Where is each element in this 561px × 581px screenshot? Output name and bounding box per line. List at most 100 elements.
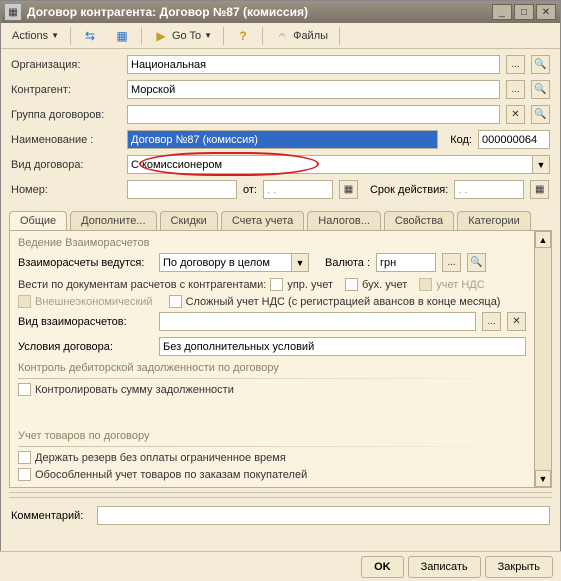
scroll-track[interactable] — [535, 248, 551, 470]
chevron-down-icon: ▼ — [51, 31, 59, 40]
tab-properties[interactable]: Свойства — [384, 211, 454, 230]
ok-button[interactable]: OK — [361, 556, 404, 578]
goto-menu[interactable]: ▶ Go To ▼ — [146, 26, 219, 46]
code-field[interactable]: 000000064 — [478, 130, 550, 149]
contract-type-dropdown[interactable]: С комиссионером ▼ — [127, 155, 550, 174]
checkbox-separate[interactable] — [18, 468, 31, 481]
help-icon: ? — [235, 28, 251, 44]
separator — [339, 27, 340, 45]
organization-label: Организация: — [11, 59, 121, 71]
section-mutual: ведение взаиморасчетов — [18, 237, 526, 249]
currency-field[interactable]: грн — [376, 253, 436, 272]
checkbox-control-debt[interactable] — [18, 383, 31, 396]
control-debt-label: Контролировать сумму задолженности — [35, 384, 234, 396]
checkbox-reserve[interactable] — [18, 451, 31, 464]
goto-label: Go To — [172, 30, 201, 42]
scroll-up-button[interactable]: ▲ — [535, 231, 551, 248]
footer: OK Записать Закрыть — [0, 551, 561, 581]
counterparty-lookup[interactable]: 🔍 — [531, 80, 550, 99]
validity-label: Срок действия: — [370, 184, 448, 196]
checkbox-upr[interactable] — [270, 278, 283, 291]
save-label: Записать — [421, 561, 468, 573]
paperclip-icon: 𝄐 — [274, 28, 290, 44]
kind-field[interactable] — [159, 312, 476, 331]
counterparty-field[interactable]: Морской — [127, 80, 500, 99]
chevron-down-icon: ▼ — [204, 31, 212, 40]
files-label: Файлы — [293, 30, 328, 42]
counterparty-value: Морской — [131, 84, 175, 96]
section-goods: Учет товаров по договору — [18, 430, 526, 442]
checkbox-foreign — [18, 295, 31, 308]
save-button[interactable]: Записать — [408, 556, 481, 578]
files-button[interactable]: 𝄐 Файлы — [267, 26, 335, 46]
kind-label: Вид взаиморасчетов: — [18, 316, 153, 328]
magnifier-icon: 🔍 — [534, 84, 546, 95]
number-field[interactable] — [127, 180, 237, 199]
group-lookup[interactable]: 🔍 — [531, 105, 550, 124]
code-value: 000000064 — [482, 134, 537, 146]
name-label: Наименование : — [11, 134, 121, 146]
organization-ellipsis[interactable]: ... — [506, 55, 525, 74]
group-field[interactable] — [127, 105, 500, 124]
splitter[interactable] — [9, 492, 552, 498]
from-date-field[interactable]: . . — [263, 180, 333, 199]
chevron-down-icon[interactable]: ▼ — [532, 156, 549, 173]
kind-clear[interactable]: ✕ — [507, 312, 526, 331]
contract-type-value: С комиссионером — [128, 159, 532, 171]
form-area: Организация: Национальная ... 🔍 Контраге… — [1, 49, 560, 207]
buh-label: бух. учет — [362, 279, 407, 291]
calendar-icon: ▦ — [535, 184, 544, 195]
toolbar: Actions ▼ ⇆ ▦ ▶ Go To ▼ ? 𝄐 Файлы — [1, 23, 560, 49]
section-debt-control: Контроль дебиторской задолженности по до… — [18, 362, 526, 374]
scroll-down-button[interactable]: ▼ — [535, 470, 551, 487]
checkbox-buh[interactable] — [345, 278, 358, 291]
close-window-button[interactable]: ✕ — [536, 4, 556, 20]
help-button[interactable]: ? — [228, 26, 258, 46]
magnifier-icon: 🔍 — [534, 59, 546, 70]
comment-label: Комментарий: — [11, 510, 91, 522]
goto-icon: ▶ — [153, 28, 169, 44]
magnifier-icon: 🔍 — [534, 109, 546, 120]
organization-lookup[interactable]: 🔍 — [531, 55, 550, 74]
ok-label: OK — [374, 561, 391, 573]
upr-label: упр. учет — [287, 279, 333, 291]
actions-menu[interactable]: Actions ▼ — [5, 26, 66, 46]
conditions-dropdown[interactable]: Без дополнительных условий — [159, 337, 526, 356]
organization-field[interactable]: Национальная — [127, 55, 500, 74]
conditions-value: Без дополнительных условий — [160, 341, 525, 353]
close-button[interactable]: Закрыть — [485, 556, 553, 578]
scrollbar[interactable]: ▲ ▼ — [534, 231, 551, 487]
currency-lookup[interactable]: 🔍 — [467, 253, 486, 272]
tab-additional[interactable]: Дополните... — [70, 211, 156, 230]
currency-ellipsis[interactable]: ... — [442, 253, 461, 272]
maximize-button[interactable]: □ — [514, 4, 534, 20]
tool-icon-2[interactable]: ▦ — [107, 26, 137, 46]
name-field[interactable]: Договор №87 (комиссия) — [127, 130, 438, 149]
from-date-picker[interactable]: ▦ — [339, 180, 358, 199]
chevron-down-icon[interactable]: ▼ — [291, 254, 308, 271]
code-label: Код: — [450, 134, 472, 146]
reserve-label: Держать резерв без оплаты ограниченное в… — [35, 452, 286, 464]
checkbox-complex-nds[interactable] — [169, 295, 182, 308]
complex-nds-label: Сложный учет НДС (с регистрацией авансов… — [186, 296, 501, 308]
kind-ellipsis[interactable]: ... — [482, 312, 501, 331]
separator — [70, 27, 71, 45]
counterparty-ellipsis[interactable]: ... — [506, 80, 525, 99]
validity-date-picker[interactable]: ▦ — [530, 180, 549, 199]
nds-label: учет НДС — [436, 279, 484, 291]
comment-field[interactable] — [97, 506, 550, 525]
tab-accounts[interactable]: Счета учета — [221, 211, 304, 230]
counterparty-label: Контрагент: — [11, 84, 121, 96]
magnifier-icon: 🔍 — [470, 257, 482, 268]
tab-categories[interactable]: Категории — [457, 211, 531, 230]
separator — [141, 27, 142, 45]
mutual-dropdown[interactable]: По договору в целом ▼ — [159, 253, 309, 272]
group-clear[interactable]: ✕ — [506, 105, 525, 124]
tab-tax[interactable]: Налогов... — [307, 211, 381, 230]
tab-general[interactable]: Общие — [9, 211, 67, 230]
tab-discounts[interactable]: Скидки — [160, 211, 218, 230]
tool-icon-1[interactable]: ⇆ — [75, 26, 105, 46]
currency-label: Валюта : — [325, 257, 370, 269]
validity-date-field[interactable]: . . — [454, 180, 524, 199]
minimize-button[interactable]: _ — [492, 4, 512, 20]
